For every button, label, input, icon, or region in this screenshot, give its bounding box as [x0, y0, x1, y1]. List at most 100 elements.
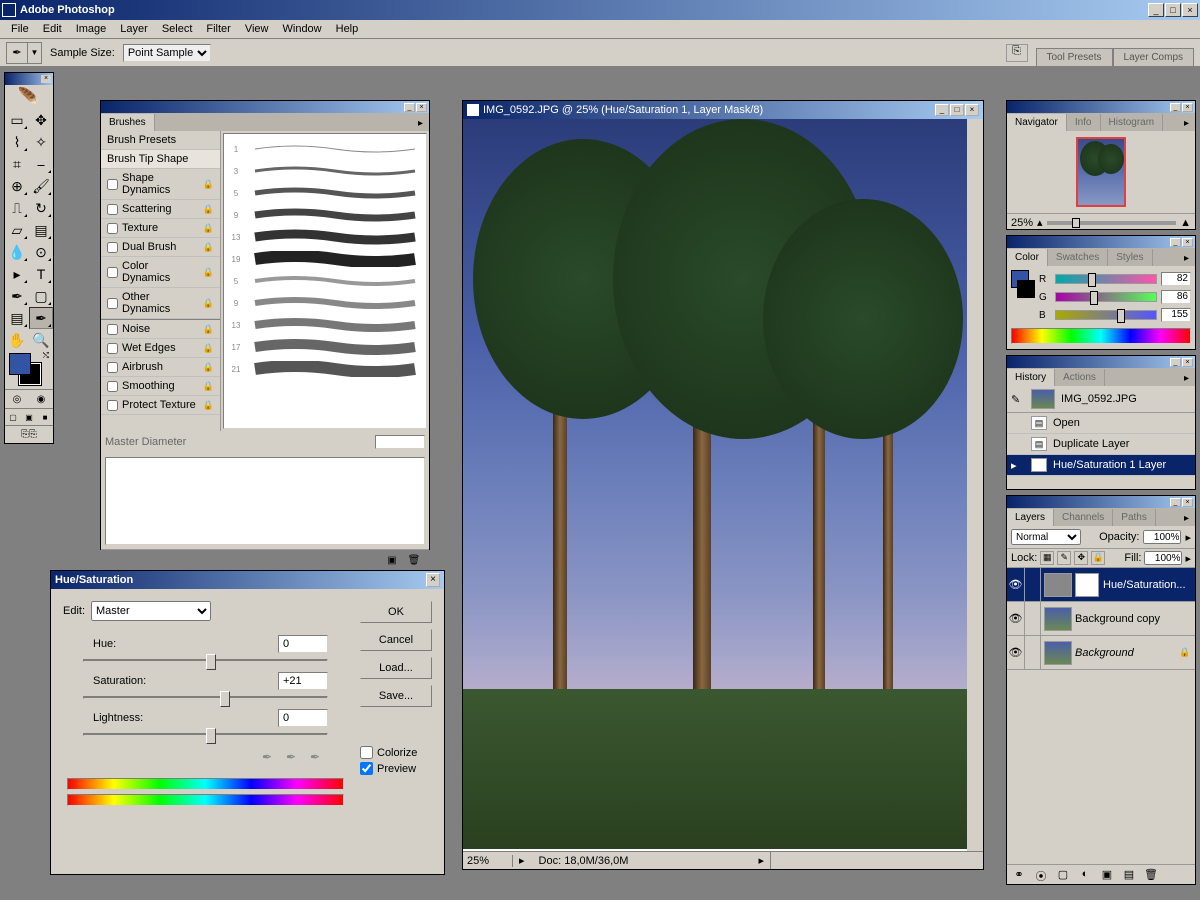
link-layers-icon[interactable]: ⚭: [1011, 868, 1027, 882]
brush-scattering[interactable]: Scattering🔒: [101, 200, 220, 219]
new-layer-icon[interactable]: ▤: [1121, 868, 1137, 882]
color-bg-swatch[interactable]: [1017, 280, 1035, 298]
edit-select[interactable]: Master: [91, 601, 211, 621]
color-ramp[interactable]: [1011, 328, 1191, 344]
brush-wet-edges[interactable]: Wet Edges🔒: [101, 339, 220, 358]
zoom-in-icon[interactable]: ▲: [1180, 217, 1191, 229]
fill-input[interactable]: [1144, 551, 1182, 565]
tab-info[interactable]: Info: [1067, 114, 1101, 131]
lock-all-icon[interactable]: 🔒: [1091, 551, 1105, 565]
eyedropper-icon[interactable]: ✒: [262, 750, 280, 768]
eyedropper-subtract-icon[interactable]: ✒: [310, 750, 328, 768]
panel-minimize-icon[interactable]: _: [1170, 103, 1181, 112]
hue-slider[interactable]: [83, 659, 328, 662]
g-value[interactable]: 86: [1161, 290, 1191, 304]
healing-brush-tool[interactable]: ⊕: [5, 175, 29, 197]
panel-minimize-icon[interactable]: _: [1170, 498, 1181, 507]
doc-close-button[interactable]: ×: [965, 104, 979, 116]
menu-help[interactable]: Help: [329, 21, 366, 37]
clone-stamp-tool[interactable]: ⎍: [5, 197, 29, 219]
blend-mode-select[interactable]: Normal: [1011, 529, 1081, 545]
delete-brush-icon[interactable]: 🗑: [405, 552, 423, 568]
path-select-tool[interactable]: ▸: [5, 263, 29, 285]
layer-thumbnail[interactable]: [1044, 607, 1072, 631]
magic-wand-tool[interactable]: ✧: [29, 131, 53, 153]
swap-colors-icon[interactable]: ⤭: [43, 351, 49, 361]
dialog-close-button[interactable]: ×: [426, 573, 440, 587]
marquee-tool[interactable]: ▭: [5, 109, 29, 131]
zoom-tool[interactable]: 🔍: [29, 329, 53, 351]
adjustment-layer-icon[interactable]: ◐: [1077, 868, 1093, 882]
lock-move-icon[interactable]: ✥: [1074, 551, 1088, 565]
delete-layer-icon[interactable]: 🗑: [1143, 868, 1159, 882]
history-item[interactable]: ▤Open: [1007, 413, 1195, 434]
lasso-tool[interactable]: ⌇: [5, 131, 29, 153]
type-tool[interactable]: T: [29, 263, 53, 285]
lock-paint-icon[interactable]: ✎: [1057, 551, 1071, 565]
close-button[interactable]: ×: [1182, 3, 1198, 17]
layer-row[interactable]: 👁 Background copy: [1007, 602, 1195, 636]
screen-mode-full-menubar[interactable]: ▣: [21, 409, 37, 425]
layer-thumbnail[interactable]: [1044, 573, 1072, 597]
gradient-tool[interactable]: ▤: [29, 219, 53, 241]
panel-close-icon[interactable]: ×: [1182, 358, 1193, 367]
history-snapshot[interactable]: ✎ IMG_0592.JPG: [1007, 386, 1195, 413]
slice-tool[interactable]: ⎯: [29, 153, 53, 175]
menu-select[interactable]: Select: [155, 21, 200, 37]
pen-tool[interactable]: ✒: [5, 285, 29, 307]
eyedropper-tool[interactable]: ✒: [29, 307, 53, 329]
brush-shape-dynamics[interactable]: Shape Dynamics🔒: [101, 169, 220, 200]
horizontal-scrollbar[interactable]: [770, 852, 983, 869]
tool-preset-dropdown[interactable]: ▼: [28, 42, 42, 64]
visibility-icon[interactable]: 👁: [1007, 568, 1025, 601]
save-button[interactable]: Save...: [360, 685, 432, 707]
fill-dropdown-icon[interactable]: ▸: [1185, 552, 1191, 565]
brush-noise[interactable]: Noise🔒: [101, 319, 220, 339]
lightness-slider[interactable]: [83, 733, 328, 736]
current-tool-icon[interactable]: ✒: [6, 42, 28, 64]
move-tool[interactable]: ✥: [29, 109, 53, 131]
menu-edit[interactable]: Edit: [36, 21, 69, 37]
history-item[interactable]: ▸▤Hue/Saturation 1 Layer: [1007, 455, 1195, 476]
visibility-icon[interactable]: 👁: [1007, 636, 1025, 669]
visibility-icon[interactable]: 👁: [1007, 602, 1025, 635]
tab-history[interactable]: History: [1007, 369, 1055, 386]
doc-minimize-button[interactable]: _: [935, 104, 949, 116]
zoom-out-icon[interactable]: ▴: [1037, 216, 1043, 229]
menu-file[interactable]: File: [4, 21, 36, 37]
master-diameter-input[interactable]: [375, 435, 425, 449]
brush-smoothing[interactable]: Smoothing🔒: [101, 377, 220, 396]
panel-minimize-icon[interactable]: _: [1170, 238, 1181, 247]
r-slider[interactable]: [1055, 274, 1157, 284]
saturation-input[interactable]: [278, 672, 328, 690]
preview-checkbox[interactable]: Preview: [360, 762, 432, 775]
screen-mode-standard[interactable]: ▢: [5, 409, 21, 425]
doc-menu-icon[interactable]: ▸: [513, 854, 531, 867]
quickmask-mode-button[interactable]: ◉: [29, 390, 53, 408]
crop-tool[interactable]: ⌗: [5, 153, 29, 175]
notes-tool[interactable]: ▤: [5, 307, 29, 329]
brush-tool[interactable]: 🖌: [29, 175, 53, 197]
tab-swatches[interactable]: Swatches: [1048, 249, 1108, 266]
panel-menu-icon[interactable]: ▸: [1178, 116, 1195, 131]
lightness-input[interactable]: [278, 709, 328, 727]
shape-tool[interactable]: ▢: [29, 285, 53, 307]
eyedropper-add-icon[interactable]: ✒: [286, 750, 304, 768]
opacity-dropdown-icon[interactable]: ▸: [1185, 531, 1191, 544]
tab-channels[interactable]: Channels: [1054, 509, 1113, 526]
navigator-zoom-slider[interactable]: [1047, 221, 1177, 225]
panel-minimize-icon[interactable]: _: [404, 103, 415, 112]
hand-tool[interactable]: ✋: [5, 329, 29, 351]
tab-color[interactable]: Color: [1007, 249, 1048, 266]
document-canvas[interactable]: [463, 119, 967, 849]
doc-maximize-button[interactable]: □: [950, 104, 964, 116]
layer-mask-thumbnail[interactable]: [1075, 573, 1099, 597]
saturation-slider[interactable]: [83, 696, 328, 699]
panel-menu-icon[interactable]: ▸: [1178, 511, 1195, 526]
ok-button[interactable]: OK: [360, 601, 432, 623]
tab-styles[interactable]: Styles: [1108, 249, 1152, 266]
menu-window[interactable]: Window: [276, 21, 329, 37]
vertical-scrollbar[interactable]: [967, 119, 983, 851]
r-value[interactable]: 82: [1161, 272, 1191, 286]
dock-tab-tool-presets[interactable]: Tool Presets: [1036, 48, 1113, 66]
